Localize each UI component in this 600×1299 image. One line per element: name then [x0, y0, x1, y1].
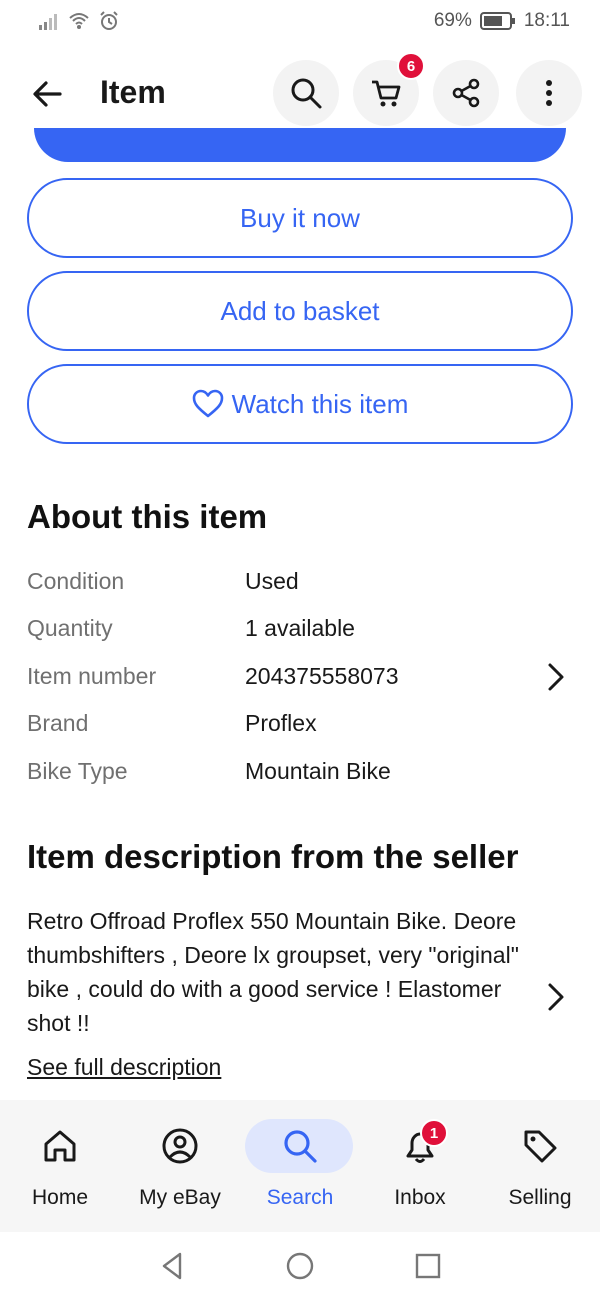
system-recents-icon[interactable] — [412, 1250, 444, 1282]
about-heading: About this item — [27, 498, 268, 535]
share-button[interactable] — [433, 60, 499, 126]
search-icon — [291, 78, 322, 109]
spec-row-bike-type: Bike Type Mountain Bike — [27, 752, 573, 792]
page-title: Item — [100, 74, 166, 110]
status-icons-right: 69% 18:11 — [434, 10, 570, 32]
watch-item-label: Watch this item — [231, 388, 409, 419]
nav-search[interactable]: Search — [240, 1100, 360, 1232]
chevron-right-icon[interactable] — [542, 659, 570, 695]
primary-button-clipped[interactable] — [34, 128, 566, 162]
spec-key: Item number — [27, 663, 157, 689]
spec-row-condition: Condition Used — [27, 562, 573, 602]
system-nav-bar — [0, 1232, 600, 1299]
buy-it-now-label: Buy it now — [240, 202, 360, 233]
heart-icon — [192, 389, 223, 418]
watch-item-button[interactable]: Watch this item — [27, 364, 573, 444]
nav-my-ebay-label: My eBay — [139, 1186, 221, 1209]
more-vertical-icon — [546, 80, 552, 106]
spec-key: Condition — [27, 568, 125, 594]
alarm-icon — [100, 11, 118, 30]
chevron-right-icon[interactable] — [542, 979, 570, 1015]
inbox-badge: 1 — [420, 1119, 448, 1147]
nav-search-label: Search — [266, 1186, 334, 1209]
nav-my-ebay[interactable]: My eBay — [120, 1100, 240, 1232]
status-icons-left — [38, 10, 120, 32]
see-full-description-link[interactable]: See full description — [27, 1054, 221, 1081]
spec-value: Mountain Bike — [245, 758, 391, 784]
add-to-basket-button[interactable]: Add to basket — [27, 271, 573, 351]
back-button[interactable] — [26, 72, 70, 116]
spec-row-brand: Brand Proflex — [27, 704, 573, 744]
share-icon — [452, 78, 480, 108]
arrow-left-icon — [33, 81, 62, 107]
buy-it-now-button[interactable]: Buy it now — [27, 178, 573, 258]
user-circle-icon — [160, 1126, 200, 1166]
wifi-icon — [69, 13, 89, 29]
spec-value: Used — [245, 568, 299, 594]
tag-icon — [520, 1126, 560, 1166]
spec-value: 204375558073 — [245, 663, 399, 689]
cart-count-badge: 6 — [397, 52, 425, 80]
spec-key: Brand — [27, 710, 89, 736]
nav-selling-label: Selling — [508, 1186, 572, 1209]
nav-home[interactable]: Home — [0, 1100, 120, 1232]
add-to-basket-label: Add to basket — [220, 295, 380, 326]
cart-button[interactable]: 6 — [353, 52, 425, 126]
spec-key: Quantity — [27, 615, 113, 641]
more-options-button[interactable] — [516, 60, 582, 126]
spec-value: Proflex — [245, 710, 317, 736]
nav-selling[interactable]: Selling — [480, 1100, 600, 1232]
spec-value: 1 available — [245, 615, 355, 641]
home-icon — [40, 1126, 80, 1166]
spec-row-quantity: Quantity 1 available — [27, 609, 573, 649]
cart-icon — [372, 80, 401, 107]
clock: 18:11 — [523, 10, 570, 31]
nav-inbox[interactable]: 1 Inbox — [360, 1100, 480, 1232]
nav-inbox-label: Inbox — [394, 1186, 446, 1209]
description-heading: Item description from the seller — [27, 838, 519, 875]
battery-percent: 69% — [433, 10, 472, 31]
search-icon — [280, 1126, 320, 1166]
signal-icon — [39, 14, 57, 30]
search-button[interactable] — [273, 60, 339, 126]
system-back-icon[interactable] — [156, 1250, 188, 1282]
bottom-nav: Home My eBay Search 1 Inbox Selling — [0, 1100, 600, 1232]
spec-key: Bike Type — [27, 758, 128, 784]
status-bar: 69% 18:11 — [0, 0, 600, 42]
nav-home-label: Home — [31, 1186, 89, 1209]
app-bar: Item 6 — [0, 52, 600, 132]
description-text: Retro Offroad Proflex 550 Mountain Bike.… — [27, 908, 519, 1036]
battery-icon — [479, 12, 515, 30]
spec-row-item-number[interactable]: Item number 204375558073 — [27, 657, 573, 697]
system-home-icon[interactable] — [284, 1250, 316, 1282]
